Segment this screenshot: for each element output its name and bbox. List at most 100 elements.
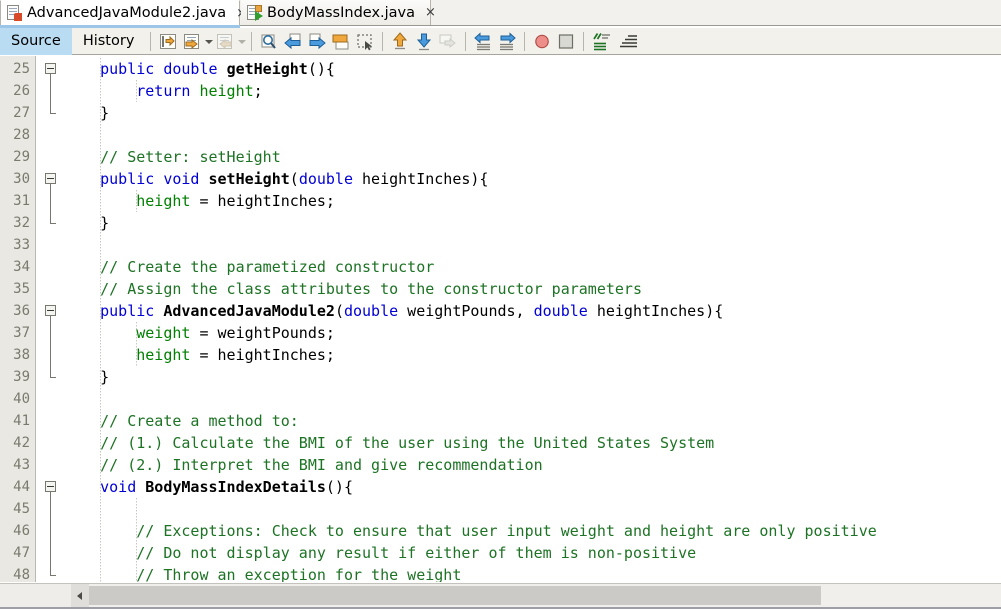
- code-fold-end-marker: [50, 377, 56, 378]
- line-number: 25: [13, 61, 30, 77]
- last-edit-button[interactable]: [157, 31, 179, 52]
- close-tab-icon[interactable]: ×: [423, 6, 438, 19]
- line-number: 29: [13, 149, 30, 165]
- shift-left-button[interactable]: [472, 31, 494, 52]
- code-text-area[interactable]: public double getHeight(){ return height…: [64, 56, 1001, 582]
- previous-occurrence-button[interactable]: [282, 31, 304, 52]
- code-line: void BodyMassIndexDetails(){: [100, 478, 353, 496]
- line-number: 40: [13, 391, 30, 407]
- code-line: // Exceptions: Check to ensure that user…: [64, 522, 877, 540]
- code-line: // Create the parametized constructor: [64, 258, 435, 276]
- indent-guide: [100, 58, 101, 582]
- back-dropdown-caret[interactable]: [204, 31, 214, 52]
- code-fold-toggle-icon[interactable]: [45, 63, 56, 74]
- scrollbar-thumb[interactable]: [89, 586, 821, 605]
- code-line: // (1.) Calculate the BMI of the user us…: [64, 434, 715, 452]
- toggle-breakpoint-button[interactable]: [531, 31, 553, 52]
- toolbar-separator: [583, 31, 585, 51]
- toolbar-separator: [382, 31, 384, 51]
- forward-dropdown-caret[interactable]: [237, 31, 247, 52]
- code-line: }: [64, 368, 110, 386]
- shift-right-button[interactable]: [496, 31, 518, 52]
- indent-guide: [136, 80, 137, 102]
- document-tab-label: BodyMassIndex.java: [267, 4, 416, 21]
- line-number: 45: [13, 501, 30, 517]
- code-fold-end-marker: [50, 223, 56, 224]
- code-fold-end-marker: [50, 113, 56, 114]
- forward-button[interactable]: [214, 31, 236, 52]
- line-number: 26: [13, 83, 30, 99]
- document-tab-bodymassindex[interactable]: BodyMassIndex.java ×: [241, 0, 436, 25]
- code-line: // (2.) Interpret the BMI and give recom…: [64, 456, 543, 474]
- document-tab-label: AdvancedJavaModule2.java: [27, 5, 227, 21]
- toolbar-separator: [150, 31, 152, 51]
- indent-guide: [136, 190, 137, 212]
- toolbar-separator: [465, 31, 467, 51]
- code-line: }: [64, 104, 110, 122]
- uncomment-button[interactable]: [616, 31, 640, 52]
- find-selection-button[interactable]: [258, 31, 280, 52]
- code-fold-toggle-icon[interactable]: [45, 305, 56, 316]
- line-number: 38: [13, 347, 30, 363]
- line-number: 35: [13, 281, 30, 297]
- tab-history[interactable]: History: [72, 28, 146, 55]
- line-number: 30: [13, 171, 30, 187]
- line-number: 42: [13, 435, 30, 451]
- code-line: // Throw an exception for the weight: [64, 566, 462, 582]
- previous-bookmark-button[interactable]: [389, 31, 411, 52]
- rectangular-selection-button[interactable]: [354, 31, 376, 52]
- code-line: }: [64, 214, 110, 232]
- code-line: // Do not display any result if either o…: [64, 544, 697, 562]
- toggle-highlight-button[interactable]: [330, 31, 352, 52]
- line-number: 32: [13, 215, 30, 231]
- line-number: 37: [13, 325, 30, 341]
- code-line: public double getHeight(){: [100, 60, 335, 78]
- scroll-left-button[interactable]: [71, 584, 89, 607]
- line-number: 44: [13, 479, 30, 495]
- comment-button[interactable]: [590, 31, 614, 52]
- code-fold-column[interactable]: [37, 56, 64, 582]
- line-number: 39: [13, 369, 30, 385]
- code-fold-line: [50, 492, 51, 575]
- code-fold-end-marker: [50, 575, 56, 576]
- stop-button[interactable]: [555, 31, 577, 52]
- toolbar-separator: [524, 31, 526, 51]
- code-line: height = heightInches;: [136, 346, 335, 364]
- line-number-gutter[interactable]: 25 26 27 28 29 30 31 32 33 34 35 36 37 38 39 40 41 42 43 44…: [0, 56, 36, 582]
- next-bookmark-button[interactable]: [413, 31, 435, 52]
- java-main-class-file-icon: [246, 4, 263, 21]
- code-fold-toggle-icon[interactable]: [45, 173, 56, 184]
- indent-guide: [136, 498, 137, 582]
- code-line: // Assign the class attributes to the co…: [64, 280, 642, 298]
- scrollbar-corner: [0, 584, 71, 607]
- toolbar-separator: [251, 31, 253, 51]
- line-number: 43: [13, 457, 30, 473]
- code-line: height = heightInches;: [136, 192, 335, 210]
- java-file-icon: [6, 5, 22, 21]
- horizontal-scrollbar[interactable]: [0, 583, 1001, 607]
- line-number: 27: [13, 105, 30, 121]
- line-number: 28: [13, 127, 30, 143]
- code-line: weight = weightPounds;: [136, 324, 335, 342]
- code-fold-line: [50, 184, 51, 223]
- code-fold-toggle-icon[interactable]: [45, 481, 56, 492]
- code-line: public void setHeight(double heightInche…: [100, 170, 489, 188]
- code-line: // Setter: setHeight: [64, 148, 281, 166]
- tab-source[interactable]: Source: [0, 27, 72, 55]
- line-number: 48: [13, 567, 30, 582]
- code-editor[interactable]: 25 26 27 28 29 30 31 32 33 34 35 36 37 38 39 40 41 42 43 44…: [0, 56, 1001, 582]
- code-line: public AdvancedJavaModule2(double weight…: [100, 302, 724, 320]
- next-occurrence-button[interactable]: [306, 31, 328, 52]
- document-tab-advancedjavamodule2[interactable]: AdvancedJavaModule2.java ×: [0, 0, 247, 25]
- line-number: 31: [13, 193, 30, 209]
- line-number: 47: [13, 545, 30, 561]
- code-fold-line: [50, 74, 51, 113]
- editor-toolbar: Source History: [0, 27, 1001, 55]
- back-button[interactable]: [181, 31, 203, 52]
- code-line: return height;: [136, 82, 263, 100]
- indent-guide: [136, 322, 137, 366]
- line-number: 34: [13, 259, 30, 275]
- code-fold-line: [50, 316, 51, 377]
- toggle-bookmark-button[interactable]: [437, 31, 459, 52]
- editor-tab-bar: AdvancedJavaModule2.java × BodyMassIndex…: [0, 0, 1001, 28]
